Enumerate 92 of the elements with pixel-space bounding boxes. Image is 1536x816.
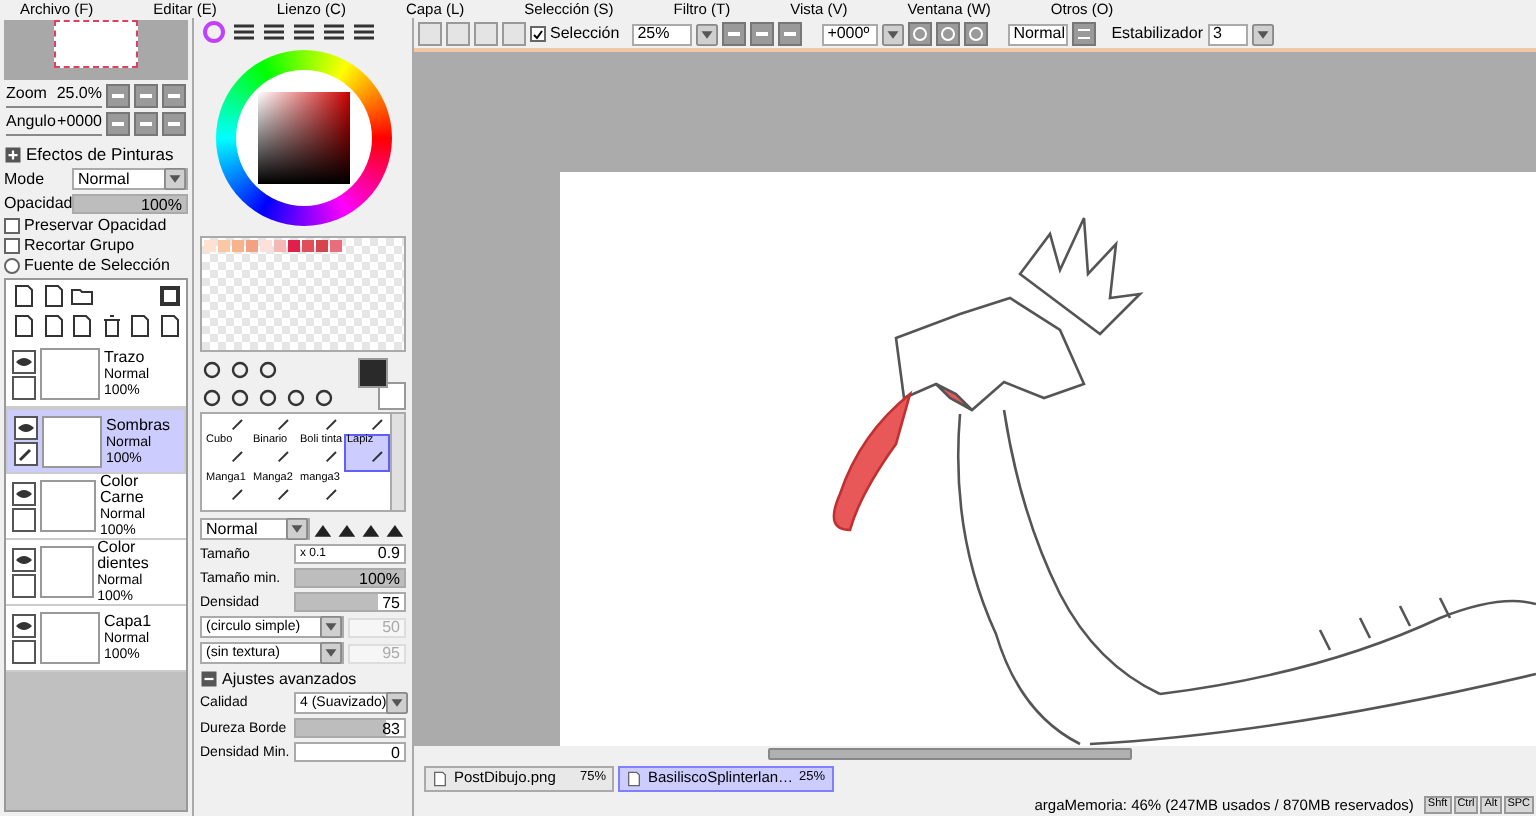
slider-track[interactable]: [6, 129, 102, 135]
color-swatch[interactable]: [288, 240, 300, 252]
layer-name: Color Carne: [99, 474, 146, 506]
new-layer-icon[interactable]: [41, 284, 65, 308]
foreground-color-swatch[interactable]: [358, 358, 388, 388]
eye-icon[interactable]: [12, 613, 36, 637]
color-swatch[interactable]: [218, 240, 230, 252]
layer-thumbnail: [40, 348, 100, 400]
color-swatch[interactable]: [246, 240, 258, 252]
disabled-field: 95: [348, 643, 406, 663]
zoom-field[interactable]: 25%: [631, 23, 692, 45]
gradient-icon[interactable]: [292, 20, 316, 44]
blank-box-icon[interactable]: [12, 573, 36, 597]
scratchpad-icon[interactable]: [352, 20, 376, 44]
document-icon: [432, 769, 448, 787]
pencil-icon[interactable]: [276, 485, 292, 501]
eye-icon[interactable]: [12, 481, 36, 505]
color-swatch[interactable]: [260, 240, 272, 252]
color-swatch[interactable]: [316, 240, 328, 252]
blend-field[interactable]: Normal: [1007, 23, 1068, 45]
document-icon: [626, 769, 642, 787]
layer-thumbnail: [40, 546, 94, 598]
pencil-icon[interactable]: [229, 485, 245, 501]
color-wheel-icon[interactable]: [202, 20, 226, 44]
pen-icon[interactable]: [14, 442, 38, 466]
angle-field[interactable]: +000º: [821, 23, 878, 45]
color-swatch[interactable]: [204, 240, 216, 252]
opacity-slider[interactable]: 100%: [72, 194, 188, 214]
layer-thumbnail: [42, 415, 102, 467]
blend-mode-dropdown[interactable]: Normal: [200, 518, 311, 540]
eye-icon[interactable]: [12, 349, 36, 373]
background-color-swatch[interactable]: [378, 382, 406, 410]
swatches-icon[interactable]: [322, 20, 346, 44]
zoom-out-icon[interactable]: [721, 22, 746, 46]
checkbox[interactable]: [530, 26, 546, 42]
option-label: Preservar Opacidad: [24, 218, 167, 234]
checkmark-icon: [532, 27, 544, 41]
pencil-icon[interactable]: [323, 485, 339, 501]
color-swatch[interactable]: [274, 240, 286, 252]
zoom-label: Angulo: [6, 113, 56, 129]
color-picker-square[interactable]: [257, 92, 349, 184]
radio-button[interactable]: [4, 258, 20, 274]
section-title: Ajustes avanzados: [222, 671, 357, 687]
color-swatch[interactable]: [232, 240, 244, 252]
min-size-slider[interactable]: 100%: [294, 568, 406, 588]
horizontal-scrollbar[interactable]: [414, 746, 1536, 762]
layer-name: Trazo: [104, 350, 147, 366]
stabilizer-field[interactable]: 3: [1207, 23, 1247, 45]
zoom-value: 25.0%: [56, 85, 102, 101]
blank-box-icon[interactable]: [12, 639, 36, 663]
eye-icon[interactable]: [12, 547, 36, 571]
eye-icon[interactable]: [14, 416, 38, 440]
rgb-sliders-icon[interactable]: [232, 20, 256, 44]
disabled-field: 50: [348, 617, 406, 637]
layer-thumbnail: [40, 612, 100, 664]
trash-icon[interactable]: [99, 314, 123, 338]
scrollbar-thumb[interactable]: [768, 748, 1132, 760]
navigator-preview[interactable]: [54, 20, 138, 68]
navigator-panel[interactable]: [4, 20, 188, 80]
zoom-label: Zoom: [6, 85, 47, 101]
layer-thumbnail: [40, 480, 96, 532]
folder-icon[interactable]: [70, 284, 94, 308]
hsv-sliders-icon[interactable]: [262, 20, 286, 44]
option-label: Fuente de Selección: [24, 258, 170, 274]
blank-box-icon[interactable]: [12, 375, 36, 399]
blank-box-icon[interactable]: [12, 507, 36, 531]
flip-icon[interactable]: [1071, 22, 1096, 46]
density-slider[interactable]: 75: [294, 592, 406, 612]
color-swatch[interactable]: [302, 240, 314, 252]
layer-name: Capa1: [104, 614, 152, 630]
expand-icon[interactable]: [4, 146, 22, 164]
slider-track[interactable]: [6, 101, 102, 107]
layer-name: Sombras: [106, 417, 171, 433]
zoom-out-icon[interactable]: [106, 84, 130, 108]
new-layer-icon[interactable]: [12, 284, 36, 308]
selection-label: Selección: [550, 26, 620, 42]
section-title: Efectos de Pinturas: [26, 146, 174, 164]
edge-hardness-slider[interactable]: 83: [294, 718, 406, 738]
layer-name: Color dientes: [97, 540, 151, 572]
scrollbar[interactable]: [390, 414, 404, 510]
mode-dropdown[interactable]: Normal: [72, 168, 188, 190]
color-swatch[interactable]: [330, 240, 342, 252]
stabilizer-label: Estabilizador: [1111, 26, 1203, 42]
option-label: Recortar Grupo: [24, 238, 135, 254]
checkbox[interactable]: [4, 218, 20, 234]
collapse-icon[interactable]: [200, 670, 218, 688]
min-density-slider[interactable]: 0: [294, 742, 406, 762]
mask-icon[interactable]: [157, 284, 181, 308]
opacity-label: Opacidad: [4, 196, 72, 212]
zoom-value: +0000: [57, 113, 102, 129]
mode-label: Mode: [4, 171, 47, 187]
checkbox[interactable]: [4, 238, 20, 254]
